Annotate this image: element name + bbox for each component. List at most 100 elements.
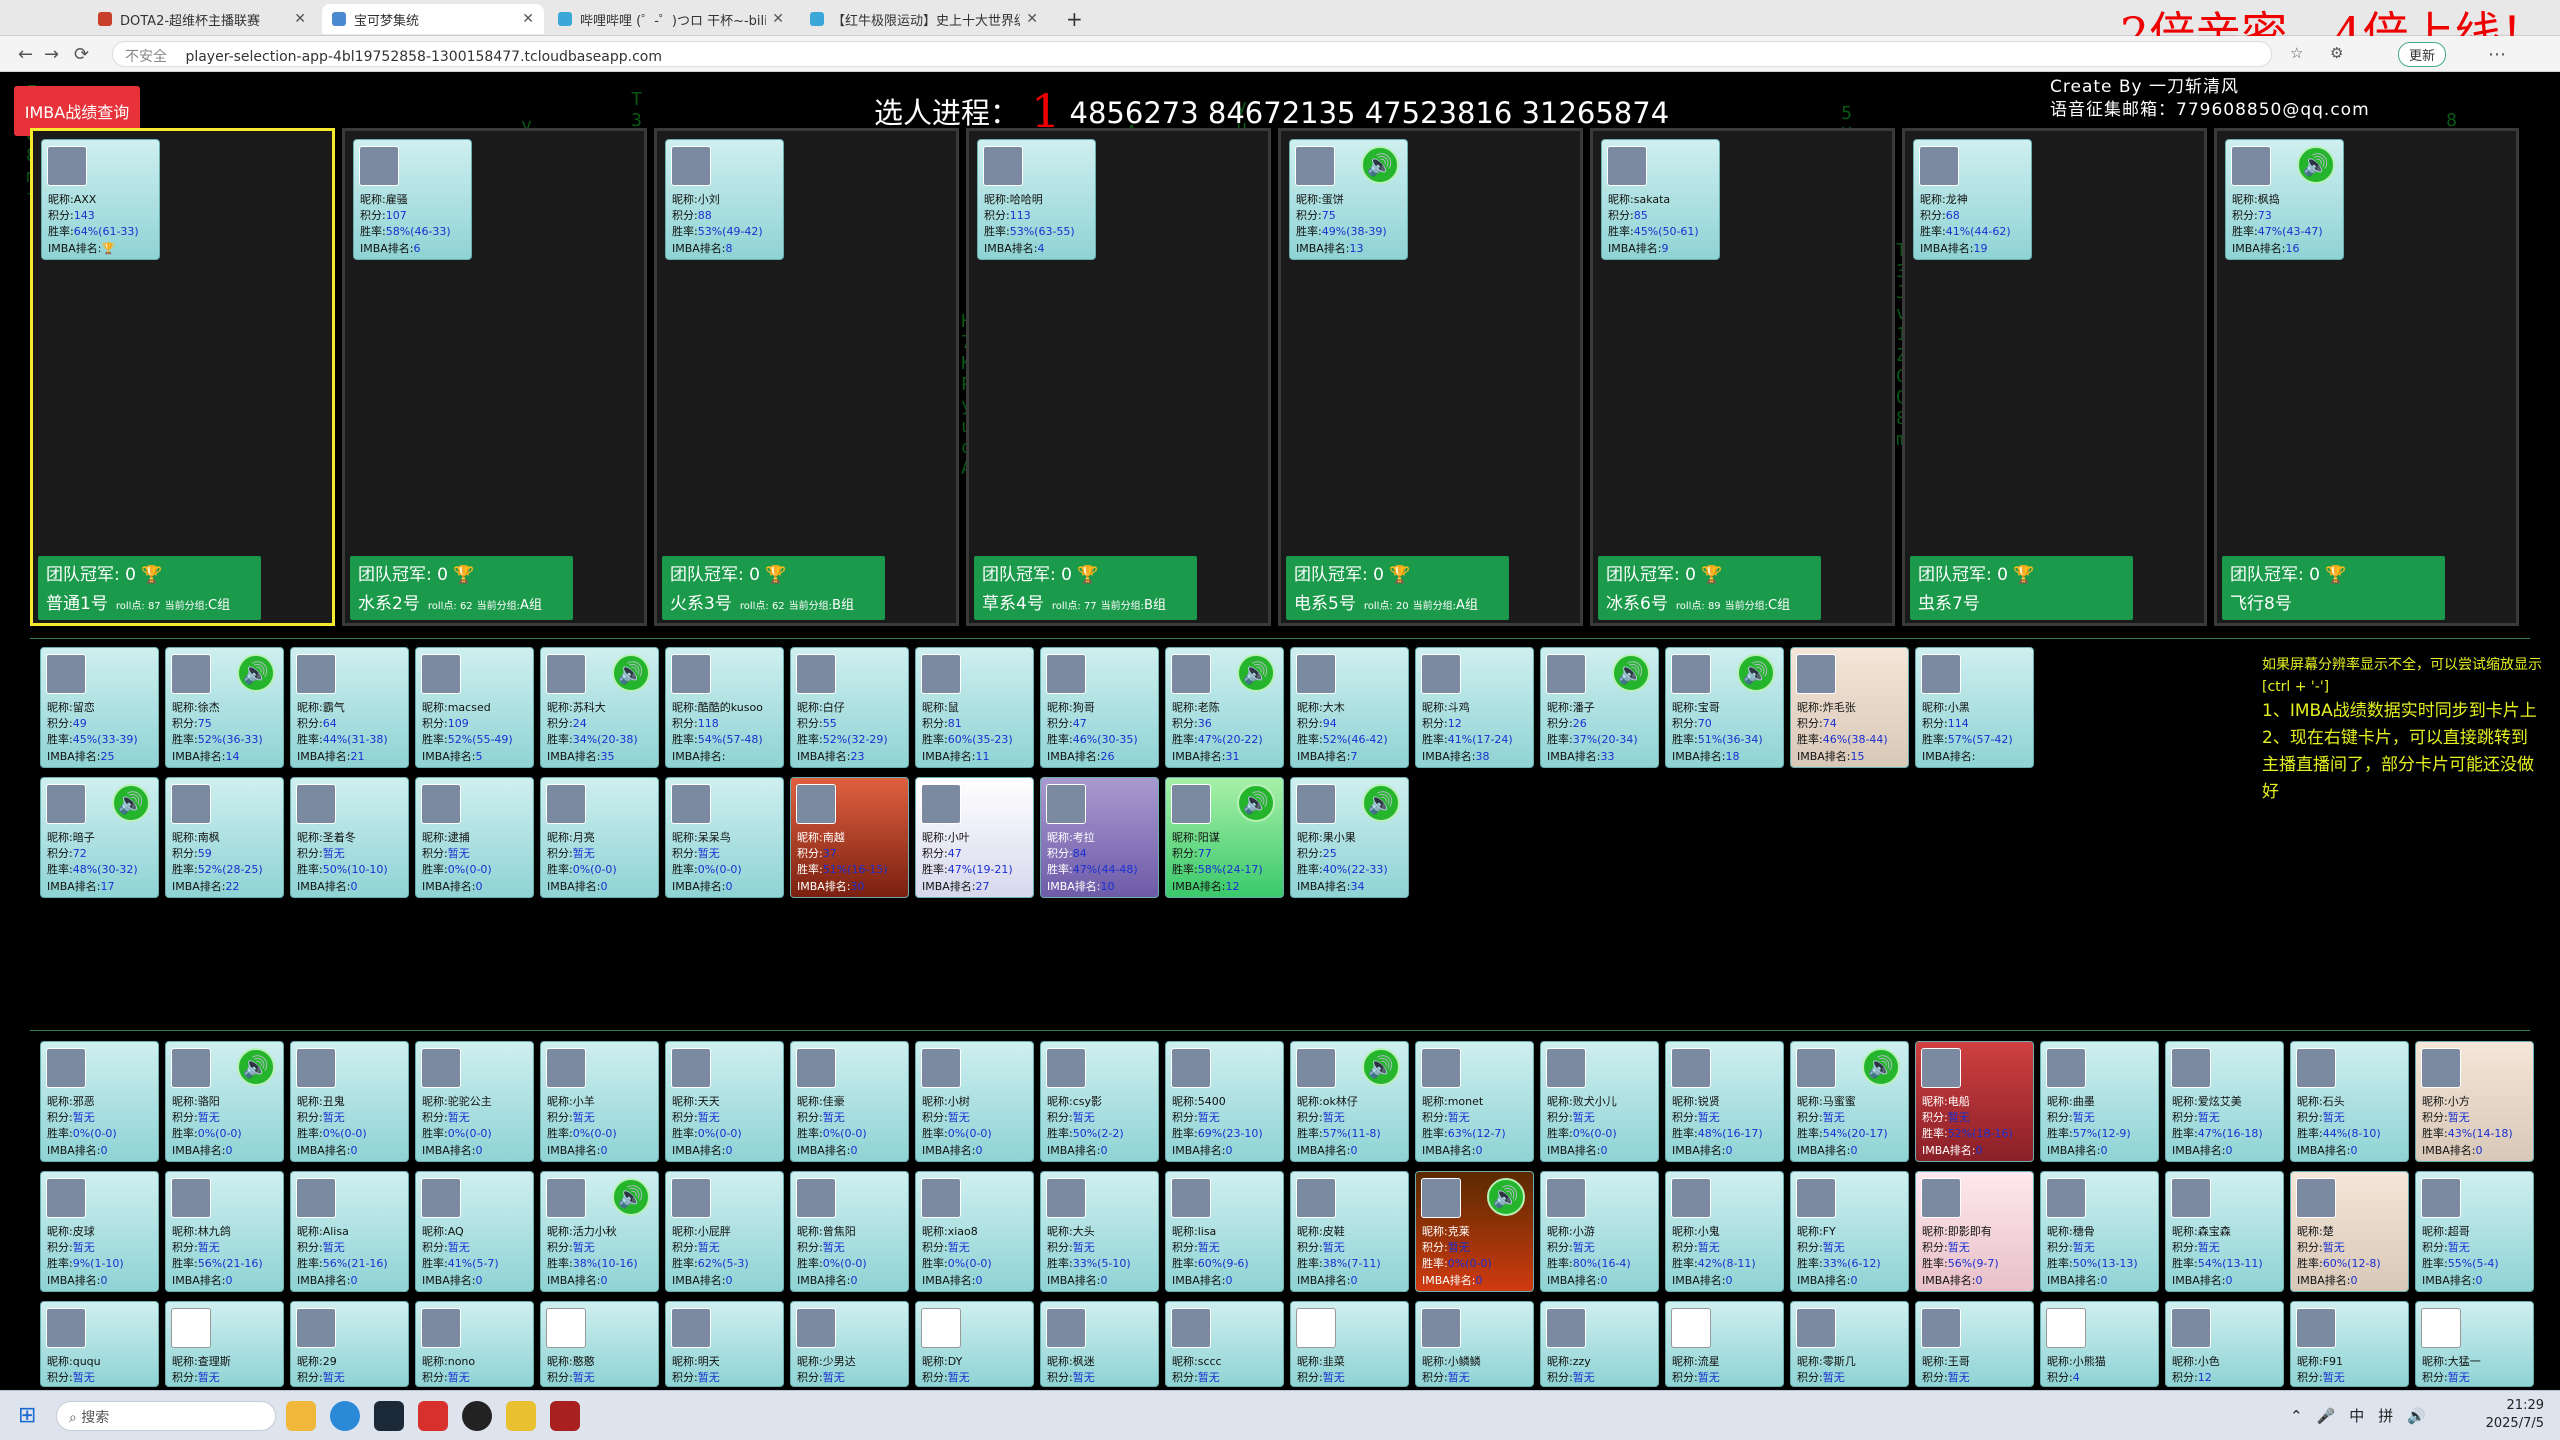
player-card[interactable]: 昵称:憨憨 积分:暂无 (540, 1301, 659, 1387)
player-card[interactable]: 昵称:曾焦阳 积分:暂无 胜率:0%(0-0) IMBA排名:0 (790, 1171, 909, 1292)
player-card[interactable]: 昵称:白仔 积分:55 胜率:52%(32-29) IMBA排名:23 (790, 647, 909, 768)
player-card[interactable]: 昵称:macsed 积分:109 胜率:52%(55-49) IMBA排名:5 (415, 647, 534, 768)
player-card[interactable]: 昵称:王哥 积分:暂无 (1915, 1301, 2034, 1387)
player-card[interactable]: 昵称:xiao8 积分:暂无 胜率:0%(0-0) IMBA排名:0 (915, 1171, 1034, 1292)
player-card[interactable]: 昵称:韭菜 积分:暂无 (1290, 1301, 1409, 1387)
player-card[interactable]: 昵称:小叶 积分:47 胜率:47%(19-21) IMBA排名:27 (915, 777, 1034, 898)
player-card[interactable]: 昵称:小方 积分:暂无 胜率:43%(14-18) IMBA排名:0 (2415, 1041, 2534, 1162)
system-clock[interactable]: 21:29 2025/7/5 (2486, 1397, 2544, 1433)
player-card[interactable]: 昵称:酷酷的kusoo 积分:118 胜率:54%(57-48) IMBA排名: (665, 647, 784, 768)
speaker-icon[interactable]: 🔊 (2297, 146, 2335, 184)
player-card[interactable]: 🔊 昵称:骆阳 积分:暂无 胜率:0%(0-0) IMBA排名:0 (165, 1041, 284, 1162)
browser-tab[interactable]: 宝可梦集统 ✕ (322, 4, 544, 34)
taskbar-search[interactable]: ⌕ 搜索 (56, 1401, 276, 1431)
player-card[interactable]: 昵称:丑鬼 积分:暂无 胜率:0%(0-0) IMBA排名:0 (290, 1041, 409, 1162)
player-card[interactable]: 🔊 昵称:潘子 积分:26 胜率:37%(20-34) IMBA排名:33 (1540, 647, 1659, 768)
player-card[interactable]: 昵称:败犬小儿 积分:暂无 胜率:0%(0-0) IMBA排名:0 (1540, 1041, 1659, 1162)
player-card[interactable]: 昵称:石头 积分:暂无 胜率:44%(8-10) IMBA排名:0 (2290, 1041, 2409, 1162)
player-card[interactable]: 昵称:留恋 积分:49 胜率:45%(33-39) IMBA排名:25 (40, 647, 159, 768)
app-icon[interactable] (506, 1401, 536, 1431)
player-card[interactable]: 🔊 昵称:活力小秋 积分:暂无 胜率:38%(10-16) IMBA排名:0 (540, 1171, 659, 1292)
team-panel[interactable]: 昵称:AXX 积分:143 胜率:64%(61-33) IMBA排名:🏆 团队冠军: 0… (30, 128, 335, 626)
update-button[interactable]: 更新 (2398, 42, 2447, 67)
player-card[interactable]: 昵称:即影即有 积分:暂无 胜率:56%(9-7) IMBA排名:0 (1915, 1171, 2034, 1292)
player-card[interactable]: 昵称:逮捕 积分:暂无 胜率:0%(0-0) IMBA排名:0 (415, 777, 534, 898)
netease-music-icon[interactable] (418, 1401, 448, 1431)
star-icon[interactable]: ☆ (2290, 44, 2303, 62)
team-panel[interactable]: 昵称:雇骚 积分:107 胜率:58%(46-33) IMBA排名:6 团队冠军: 0 … (342, 128, 647, 626)
speaker-icon[interactable]: 🔊 (1362, 784, 1400, 822)
speaker-icon[interactable]: 🔊 (612, 654, 650, 692)
player-card[interactable]: 🔊 昵称:ok林仔 积分:暂无 胜率:57%(11-8) IMBA排名:0 (1290, 1041, 1409, 1162)
player-card[interactable]: 昵称:ququ 积分:暂无 (40, 1301, 159, 1387)
player-card[interactable]: 昵称:南越 积分:37 胜率:51%(16-15) IMBA排名:30 (790, 777, 909, 898)
player-card[interactable]: 昵称:zzy 积分:暂无 (1540, 1301, 1659, 1387)
speaker-icon[interactable]: 🔊 (1362, 1048, 1400, 1086)
player-card[interactable]: 🔊 昵称:阳谋 积分:77 胜率:58%(24-17) IMBA排名:12 (1165, 777, 1284, 898)
player-card[interactable]: 昵称:哈哈明 积分:113 胜率:53%(63-55) IMBA排名:4 (977, 139, 1096, 260)
player-card[interactable]: 昵称:小树 积分:暂无 胜率:0%(0-0) IMBA排名:0 (915, 1041, 1034, 1162)
player-card[interactable]: 昵称:FY 积分:暂无 胜率:33%(6-12) IMBA排名:0 (1790, 1171, 1909, 1292)
player-card[interactable]: 昵称:爱炫艾美 积分:暂无 胜率:47%(16-18) IMBA排名:0 (2165, 1041, 2284, 1162)
team-panel[interactable]: 🔊 昵称:枫捣 积分:73 胜率:47%(43-47) IMBA排名:16 团队冠军: 0… (2214, 128, 2519, 626)
player-card[interactable]: 昵称:电船 积分:暂无 胜率:52%(18-16) IMBA排名:0 (1915, 1041, 2034, 1162)
player-card[interactable]: 昵称:29 积分:暂无 (290, 1301, 409, 1387)
steam-icon[interactable] (374, 1401, 404, 1431)
player-card[interactable]: 昵称:狗哥 积分:47 胜率:46%(30-35) IMBA排名:26 (1040, 647, 1159, 768)
player-card[interactable]: 昵称:小刘 积分:88 胜率:53%(49-42) IMBA排名:8 (665, 139, 784, 260)
tab-close-icon[interactable]: ✕ (522, 11, 534, 27)
url-field[interactable]: 不安全 player-selection-app-4bl19752858-130… (112, 41, 2272, 67)
player-card[interactable]: 昵称:天天 积分:暂无 胜率:0%(0-0) IMBA排名:0 (665, 1041, 784, 1162)
player-card[interactable]: 昵称:南枫 积分:59 胜率:52%(28-25) IMBA排名:22 (165, 777, 284, 898)
player-card[interactable]: 昵称:小羊 积分:暂无 胜率:0%(0-0) IMBA排名:0 (540, 1041, 659, 1162)
player-card[interactable]: 昵称:呆呆鸟 积分:暂无 胜率:0%(0-0) IMBA排名:0 (665, 777, 784, 898)
player-card[interactable]: 昵称:斗鸡 积分:12 胜率:41%(17-24) IMBA排名:38 (1415, 647, 1534, 768)
ime-mode[interactable]: 中 (2349, 1407, 2378, 1425)
browser-tab[interactable]: 【红牛极限运动】史上十大世界级 ✕ (800, 4, 1048, 34)
player-card[interactable]: 昵称:林九鸽 积分:暂无 胜率:56%(21-16) IMBA排名:0 (165, 1171, 284, 1292)
speaker-icon[interactable]: 🔊 (1237, 784, 1275, 822)
player-card[interactable]: 昵称:枫迷 积分:暂无 (1040, 1301, 1159, 1387)
speaker-icon[interactable]: 🔊 (112, 784, 150, 822)
team-panel[interactable]: 昵称:哈哈明 积分:113 胜率:53%(63-55) IMBA排名:4 团队冠军: 0… (966, 128, 1271, 626)
player-card[interactable]: 昵称:炸毛张 积分:74 胜率:46%(38-44) IMBA排名:15 (1790, 647, 1909, 768)
speaker-icon[interactable]: 🔊 (237, 654, 275, 692)
team-panel[interactable]: 昵称:sakata 积分:85 胜率:45%(50-61) IMBA排名:9 团队冠军:… (1590, 128, 1895, 626)
player-card[interactable]: 昵称:森宝森 积分:暂无 胜率:54%(13-11) IMBA排名:0 (2165, 1171, 2284, 1292)
forward-icon[interactable]: → (44, 44, 59, 65)
player-card[interactable]: 🔊 昵称:暗子 积分:72 胜率:48%(30-32) IMBA排名:17 (40, 777, 159, 898)
player-card[interactable]: 昵称:皮球 积分:暂无 胜率:9%(1-10) IMBA排名:0 (40, 1171, 159, 1292)
player-card[interactable]: 🔊 昵称:马蜜蜜 积分:暂无 胜率:54%(20-17) IMBA排名:0 (1790, 1041, 1909, 1162)
player-card[interactable]: 昵称:零斯几 积分:暂无 (1790, 1301, 1909, 1387)
player-card[interactable]: 昵称:雇骚 积分:107 胜率:58%(46-33) IMBA排名:6 (353, 139, 472, 260)
ime-pinyin[interactable]: 拼 (2378, 1407, 2407, 1425)
windows-start-icon[interactable]: ⊞ (18, 1403, 36, 1428)
player-card[interactable]: 昵称:龙神 积分:68 胜率:41%(44-62) IMBA排名:19 (1913, 139, 2032, 260)
speaker-icon[interactable]: 🔊 (1237, 654, 1275, 692)
security-label[interactable]: 不安全 (125, 49, 167, 65)
player-card[interactable]: 昵称:大木 积分:94 胜率:52%(46-42) IMBA排名:7 (1290, 647, 1409, 768)
player-card[interactable]: 🔊 昵称:克莱 积分:暂无 胜率:0%(0-0) IMBA排名:0 (1415, 1171, 1534, 1292)
speaker-icon[interactable]: 🔊 (1612, 654, 1650, 692)
tab-close-icon[interactable]: ✕ (772, 11, 784, 27)
player-card[interactable]: 昵称:圣着冬 积分:暂无 胜率:50%(10-10) IMBA排名:0 (290, 777, 409, 898)
player-card[interactable]: 昵称:sakata 积分:85 胜率:45%(50-61) IMBA排名:9 (1601, 139, 1720, 260)
player-card[interactable]: 昵称:monet 积分:暂无 胜率:63%(12-7) IMBA排名:0 (1415, 1041, 1534, 1162)
team-panel[interactable]: 昵称:小刘 积分:88 胜率:53%(49-42) IMBA排名:8 团队冠军: 0 🏆… (654, 128, 959, 626)
player-card[interactable]: 🔊 昵称:果小果 积分:25 胜率:40%(22-33) IMBA排名:34 (1290, 777, 1409, 898)
speaker-icon[interactable]: 🔊 (1361, 146, 1399, 184)
player-card[interactable]: 🔊 昵称:宝哥 积分:70 胜率:51%(36-34) IMBA排名:18 (1665, 647, 1784, 768)
player-card[interactable]: 昵称:小鬼 积分:暂无 胜率:42%(8-11) IMBA排名:0 (1665, 1171, 1784, 1292)
player-card[interactable]: 昵称:小熊猫 积分:4 (2040, 1301, 2159, 1387)
player-card[interactable]: 昵称:穗骨 积分:暂无 胜率:50%(13-13) IMBA排名:0 (2040, 1171, 2159, 1292)
obs-icon[interactable] (462, 1401, 492, 1431)
team-panel[interactable]: 昵称:龙神 积分:68 胜率:41%(44-62) IMBA排名:19 团队冠军: 0 … (1902, 128, 2207, 626)
player-card[interactable]: 昵称:流星 积分:暂无 (1665, 1301, 1784, 1387)
player-card[interactable]: 昵称:霸气 积分:64 胜率:44%(31-38) IMBA排名:21 (290, 647, 409, 768)
player-card[interactable]: 昵称:小色 积分:12 (2165, 1301, 2284, 1387)
speaker-icon[interactable]: 🔊 (237, 1048, 275, 1086)
player-card[interactable]: 昵称:月亮 积分:暂无 胜率:0%(0-0) IMBA排名:0 (540, 777, 659, 898)
speaker-icon[interactable]: 🔊 (1737, 654, 1775, 692)
player-card[interactable]: 昵称:明天 积分:暂无 (665, 1301, 784, 1387)
player-card[interactable]: 昵称:曲墨 积分:暂无 胜率:57%(12-9) IMBA排名:0 (2040, 1041, 2159, 1162)
